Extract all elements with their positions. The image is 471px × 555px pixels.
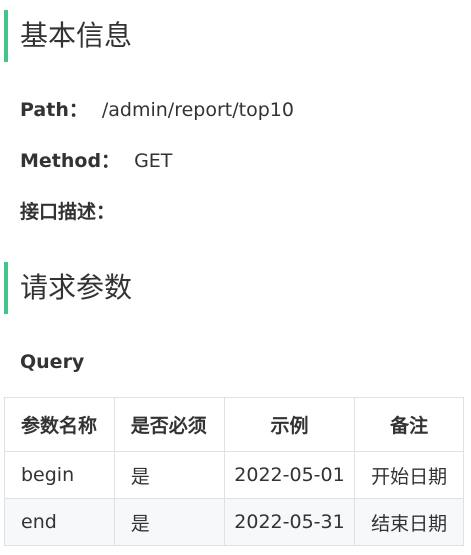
method-label: Method：	[20, 150, 121, 172]
method-value: GET	[134, 150, 173, 172]
description-label: 接口描述：	[20, 201, 116, 223]
request-params-heading: 请求参数	[4, 262, 132, 314]
path-value: /admin/report/top10	[101, 99, 294, 121]
table-row: end 是 2022-05-31 结束日期	[4, 498, 464, 546]
query-params-table: 参数名称 是否必须 示例 备注 begin 是 2022-05-01 开始日期 …	[4, 397, 464, 546]
required-cell: 是	[113, 498, 225, 546]
basic-info-heading: 基本信息	[4, 10, 132, 62]
param-name-cell: end	[4, 498, 115, 546]
description-line: 接口描述：	[20, 203, 115, 222]
header-example: 示例	[223, 397, 356, 452]
required-cell: 是	[113, 451, 225, 499]
note-cell: 开始日期	[354, 451, 464, 499]
table-header-row: 参数名称 是否必须 示例 备注	[4, 397, 464, 452]
request-params-title: 请求参数	[20, 271, 133, 304]
table-row: begin 是 2022-05-01 开始日期	[4, 451, 464, 499]
method-line: Method： GET	[20, 152, 172, 171]
header-required: 是否必须	[113, 397, 225, 452]
example-cell: 2022-05-31	[223, 498, 356, 546]
example-cell: 2022-05-01	[223, 451, 356, 499]
header-note: 备注	[354, 397, 464, 452]
note-cell: 结束日期	[354, 498, 464, 546]
param-name-cell: begin	[4, 451, 115, 499]
header-param-name: 参数名称	[4, 397, 115, 452]
path-label: Path：	[20, 99, 88, 121]
query-title: Query	[20, 351, 85, 373]
path-line: Path： /admin/report/top10	[20, 101, 294, 120]
basic-info-title: 基本信息	[20, 19, 133, 52]
